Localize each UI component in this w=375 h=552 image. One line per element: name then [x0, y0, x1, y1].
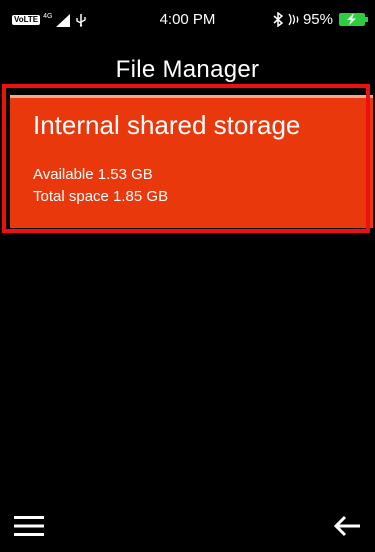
highlight-box [2, 84, 370, 233]
status-right: 95% [273, 11, 368, 28]
page-title: File Manager [115, 56, 260, 83]
battery-percent: 95% [302, 11, 333, 28]
hamburger-menu-icon[interactable] [14, 515, 44, 537]
battery-icon [339, 13, 368, 26]
wifi-signal-icon [288, 13, 299, 26]
status-bar: VoLTE 4G 4:00 PM 95% [0, 0, 375, 44]
bluetooth-icon [273, 12, 283, 27]
back-arrow-icon[interactable] [333, 515, 361, 537]
